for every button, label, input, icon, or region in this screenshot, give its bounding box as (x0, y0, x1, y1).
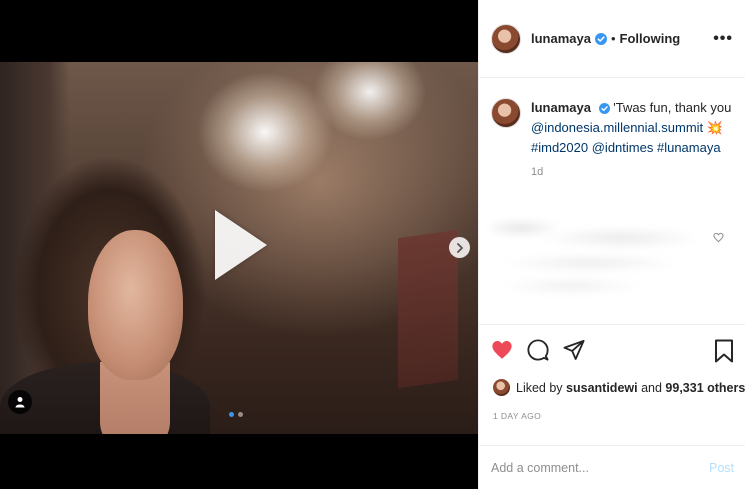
author-username[interactable]: lunamaya (531, 31, 591, 46)
action-icons (491, 339, 585, 361)
likes-summary: Liked by susantidewi and 99,331 others (493, 379, 745, 396)
person-face (88, 230, 183, 380)
likes-conjunction: and (641, 380, 662, 395)
caption: lunamaya 'Twas fun, thank you @indonesia… (491, 98, 736, 178)
paper-plane-icon[interactable] (563, 339, 585, 361)
heart-icon[interactable] (713, 232, 724, 243)
user-tag-button[interactable] (8, 390, 32, 414)
next-slide-button[interactable] (449, 237, 470, 258)
caption-timestamp[interactable]: 1d (531, 166, 736, 178)
mention-link[interactable]: @idntimes (592, 140, 654, 155)
post-sidebar: lunamaya • Following ••• lunamaya 'Twas … (478, 0, 745, 489)
blurred-comments (491, 208, 711, 298)
post-comment-button[interactable]: Post (709, 461, 734, 475)
liker-username[interactable]: susantidewi (566, 381, 638, 395)
carousel-dot (238, 412, 243, 417)
carousel-dot-active (229, 412, 234, 417)
comment-box: Post (479, 445, 745, 489)
caption-avatar[interactable] (491, 98, 521, 128)
hashtag-link[interactable]: #lunamaya (657, 140, 721, 155)
play-icon[interactable] (215, 210, 267, 280)
post-media[interactable] (0, 62, 478, 434)
post-header: lunamaya • Following ••• (479, 0, 745, 78)
liker-avatar[interactable] (493, 379, 510, 396)
caption-username[interactable]: lunamaya (531, 100, 591, 115)
comment-input[interactable] (491, 460, 709, 475)
hashtag-link[interactable]: #imd2020 (531, 140, 588, 155)
verified-badge-icon (598, 103, 610, 115)
caption-intro: 'Twas fun, thank you (613, 100, 732, 115)
verified-badge-icon (594, 32, 607, 45)
post-date[interactable]: 1 DAY AGO (493, 411, 541, 421)
mention-link[interactable]: @indonesia.millennial.summit (531, 120, 703, 135)
carousel-indicator (229, 412, 243, 417)
more-options-icon[interactable]: ••• (713, 30, 733, 48)
user-tag-icon (15, 397, 25, 408)
post-actions: Liked by susantidewi and 99,331 others 1… (479, 324, 745, 430)
background-banner (398, 229, 458, 389)
likes-count[interactable]: 99,331 others (665, 381, 745, 395)
bookmark-icon[interactable] (714, 339, 734, 363)
emoji: 💥 (706, 120, 723, 135)
author-avatar[interactable] (491, 23, 521, 54)
heart-icon[interactable] (491, 339, 513, 361)
comment-icon[interactable] (527, 339, 549, 361)
caption-text: lunamaya 'Twas fun, thank you @indonesia… (531, 98, 736, 158)
following-button[interactable]: Following (620, 31, 681, 46)
header-separator: • (610, 31, 616, 46)
likes-prefix: Liked by (516, 380, 563, 395)
chevron-right-icon (456, 242, 463, 253)
